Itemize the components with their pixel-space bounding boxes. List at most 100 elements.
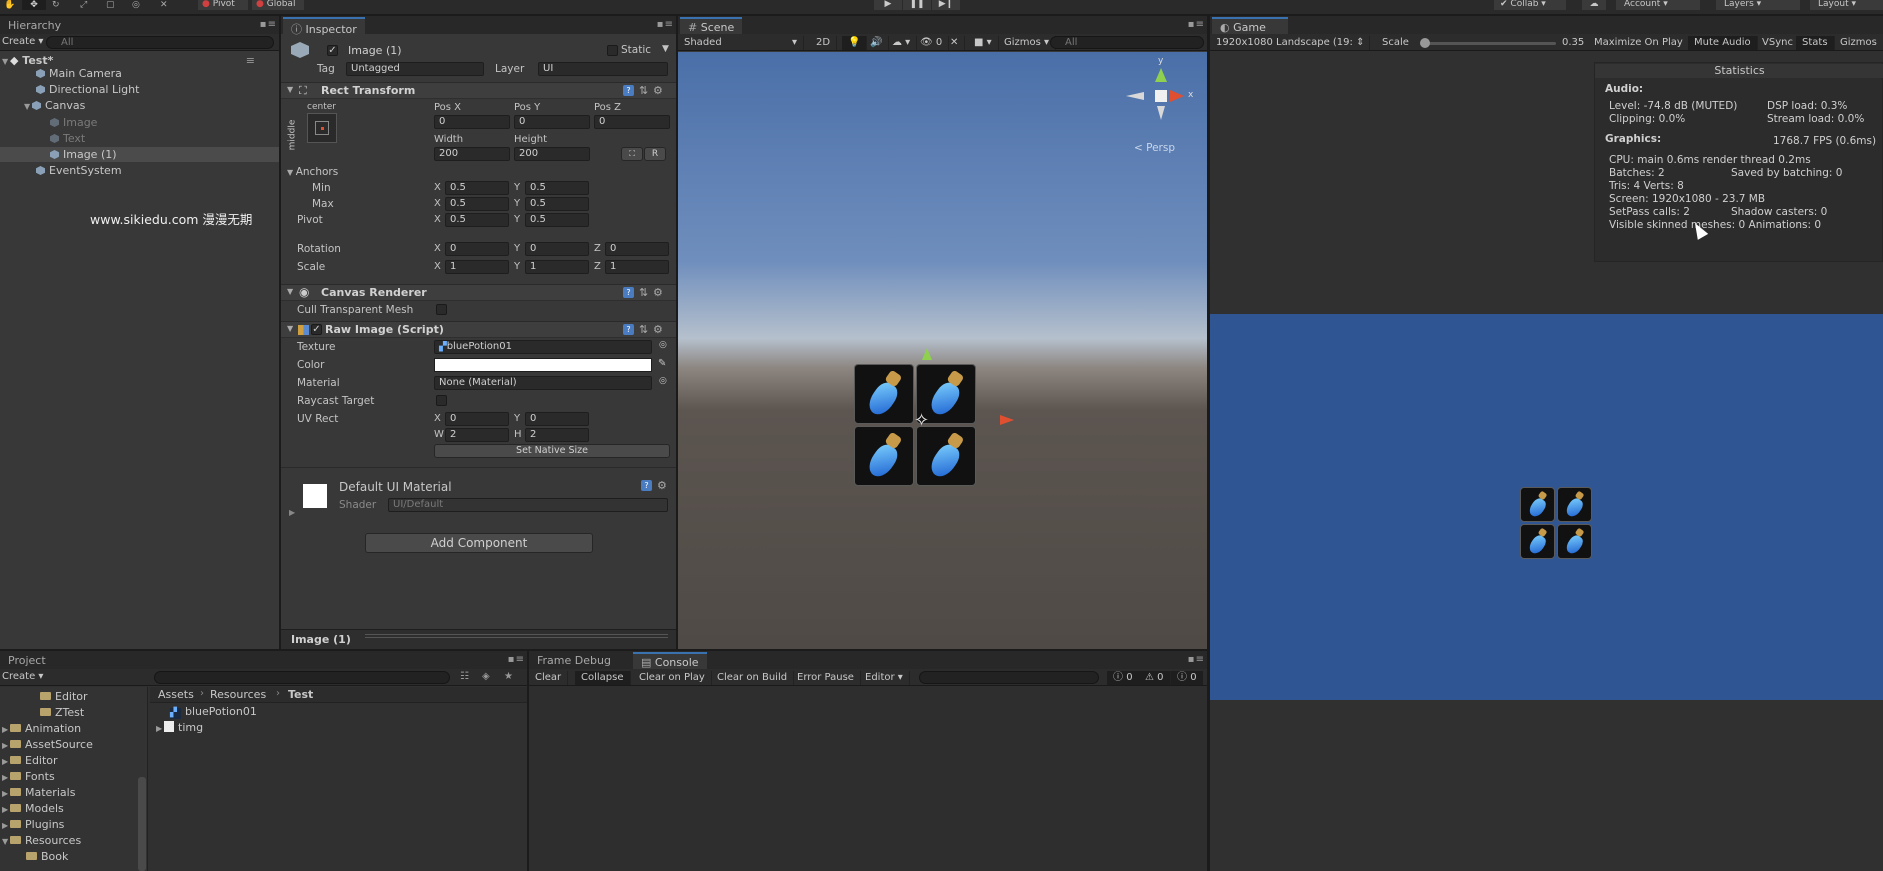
folder-item-editor[interactable]: Editor [40, 690, 88, 703]
move-tool-icon[interactable]: ✥ [22, 0, 46, 10]
pivot-y-field[interactable]: 0.5 [525, 213, 589, 227]
material-picker-icon[interactable]: ◎ [659, 376, 667, 386]
layout-button[interactable]: Layout ▾ [1810, 0, 1883, 10]
object-name-field[interactable]: Image (1) [343, 43, 601, 59]
rect-transform-header[interactable]: ▼ ⛶ Rect Transform ? ⇅ ⚙ [281, 82, 676, 99]
raw-edit-button[interactable]: R [644, 147, 666, 161]
collapse-toggle[interactable]: Collapse [575, 671, 631, 685]
tab-console[interactable]: ▤ Console [633, 652, 707, 669]
gizmo-x-arrow[interactable] [1170, 90, 1184, 102]
asset-item-timg[interactable]: ▶ timg [156, 721, 203, 734]
hierarchy-item-main-camera[interactable]: Main Camera [36, 67, 122, 80]
mute-audio-toggle[interactable]: Mute Audio [1688, 36, 1758, 50]
hierarchy-item-canvas[interactable]: ▼ Canvas [24, 99, 85, 112]
shader-dropdown[interactable]: UI/Default [388, 498, 668, 512]
tab-frame-debug[interactable]: Frame Debug [529, 652, 619, 669]
hierarchy-item-eventsystem[interactable]: EventSystem [36, 164, 122, 177]
hierarchy-item-image[interactable]: Image [50, 116, 97, 129]
vsync-toggle[interactable]: VSync [1756, 36, 1800, 50]
uv-y-field[interactable]: 0 [525, 412, 589, 426]
maximize-on-play-toggle[interactable]: Maximize On Play [1588, 36, 1690, 50]
gizmos-toggle[interactable]: Gizmos [1834, 36, 1883, 50]
tab-scene[interactable]: # Scene [680, 17, 743, 34]
folder-item-assetsource[interactable]: ▶ AssetSource [2, 738, 93, 751]
game-viewport[interactable] [1210, 314, 1883, 700]
rot-z-field[interactable]: 0 [605, 242, 669, 256]
folder-item-book[interactable]: Book [26, 850, 68, 863]
transform-tool-icon[interactable]: ◎ [132, 0, 140, 10]
hierarchy-search-input[interactable]: All [46, 36, 274, 49]
rect-tool-icon[interactable]: ▢ [106, 0, 115, 10]
scale-x-field[interactable]: 1 [445, 260, 509, 274]
warning-filter-toggle[interactable]: ⚠ 0 [1139, 671, 1171, 685]
rot-x-field[interactable]: 0 [445, 242, 509, 256]
play-button[interactable]: ▶ [874, 0, 902, 10]
scene-search-input[interactable]: All [1050, 36, 1204, 49]
material-field[interactable]: None (Material) [434, 376, 652, 390]
move-handle-y-icon[interactable] [922, 348, 932, 360]
set-native-size-button[interactable]: Set Native Size [434, 444, 670, 458]
tab-game[interactable]: ◐ Game [1212, 17, 1288, 34]
folder-item-ztest[interactable]: ZTest [40, 706, 84, 719]
footer-resize-handle[interactable] [365, 634, 668, 638]
scene-viewport[interactable]: y x < Persp ✧ [678, 52, 1207, 649]
uv-h-field[interactable]: 2 [525, 428, 589, 442]
hierarchy-item-directional-light[interactable]: Directional Light [36, 83, 139, 96]
filter-label-icon[interactable]: ◈ [482, 671, 490, 682]
scale-z-field[interactable]: 1 [605, 260, 669, 274]
gear-icon[interactable]: ⚙ [653, 286, 663, 299]
color-swatch[interactable] [434, 358, 652, 372]
effects-toggle-icon[interactable]: ☁ ▾ [886, 36, 918, 50]
max-x-field[interactable]: 0.5 [445, 197, 509, 211]
folder-item-materials[interactable]: ▶ Materials [2, 786, 75, 799]
min-x-field[interactable]: 0.5 [445, 181, 509, 195]
mode-2d-button[interactable]: 2D [810, 36, 838, 50]
gizmos-dropdown[interactable]: Gizmos ▾ [998, 36, 1057, 50]
console-menu-icon[interactable]: ▪ ≡ [1188, 654, 1204, 665]
gear-icon[interactable]: ⚙ [653, 84, 663, 97]
static-checkbox[interactable] [607, 45, 618, 56]
active-checkbox[interactable]: ✓ [327, 45, 338, 56]
uv-x-field[interactable]: 0 [445, 412, 509, 426]
move-handle-x-icon[interactable] [1000, 415, 1014, 425]
hierarchy-create-button[interactable]: Create ▾ [2, 36, 43, 47]
hand-tool-icon[interactable]: ✋ [4, 0, 16, 10]
project-menu-icon[interactable]: ▪ ≡ [508, 654, 524, 665]
posy-field[interactable]: 0 [514, 115, 590, 129]
folder-item-resources[interactable]: ▼ Resources [2, 834, 81, 847]
camera-icon[interactable]: ■ ▾ [968, 36, 999, 50]
gear-icon[interactable]: ⚙ [657, 479, 667, 492]
pivot-x-field[interactable]: 0.5 [445, 213, 509, 227]
clear-on-play-toggle[interactable]: Clear on Play [633, 671, 712, 685]
posx-field[interactable]: 0 [434, 115, 510, 129]
collab-button[interactable]: ✔ Collab ▾ [1494, 0, 1566, 10]
info-filter-toggle[interactable]: ⓘ 0 [1107, 671, 1140, 685]
width-field[interactable]: 200 [434, 147, 510, 161]
help-icon[interactable]: ? [623, 287, 634, 298]
crumb-assets[interactable]: Assets [158, 688, 194, 701]
editor-dropdown[interactable]: Editor ▾ [859, 671, 910, 685]
console-search-input[interactable] [919, 671, 1099, 684]
hierarchy-item-image-1[interactable]: Image (1) [50, 148, 117, 161]
raycast-checkbox[interactable] [436, 395, 447, 406]
foldout-arrow-icon[interactable]: ▼ [287, 324, 293, 333]
raw-image-header[interactable]: ▼ ✓ Raw Image (Script) ? ⇅ ⚙ [281, 321, 676, 338]
tab-inspector[interactable]: ⓘ Inspector [283, 17, 365, 36]
scene-gizmo[interactable]: y x [1126, 56, 1196, 132]
clear-on-build-toggle[interactable]: Clear on Build [711, 671, 795, 685]
posz-field[interactable]: 0 [594, 115, 670, 129]
clear-button[interactable]: Clear [529, 671, 569, 685]
scale-tool-icon[interactable]: ⤢ [80, 0, 87, 10]
add-component-button[interactable]: Add Component [365, 533, 593, 553]
rot-y-field[interactable]: 0 [525, 242, 589, 256]
scale-y-field[interactable]: 1 [525, 260, 589, 274]
blueprint-mode-button[interactable]: ⛶ [621, 147, 643, 161]
error-filter-toggle[interactable]: ⓘ 0 [1171, 671, 1203, 685]
account-button[interactable]: Account ▾ [1616, 0, 1700, 10]
anchor-preset-button[interactable] [307, 113, 337, 143]
layer-dropdown[interactable]: UI [538, 62, 668, 76]
gizmo-neg-x-arrow[interactable] [1126, 92, 1144, 100]
tools-icon[interactable]: ✕ [944, 36, 966, 50]
rotate-tool-icon[interactable]: ↻ [52, 0, 60, 10]
cloud-icon[interactable]: ☁ [1582, 0, 1606, 10]
